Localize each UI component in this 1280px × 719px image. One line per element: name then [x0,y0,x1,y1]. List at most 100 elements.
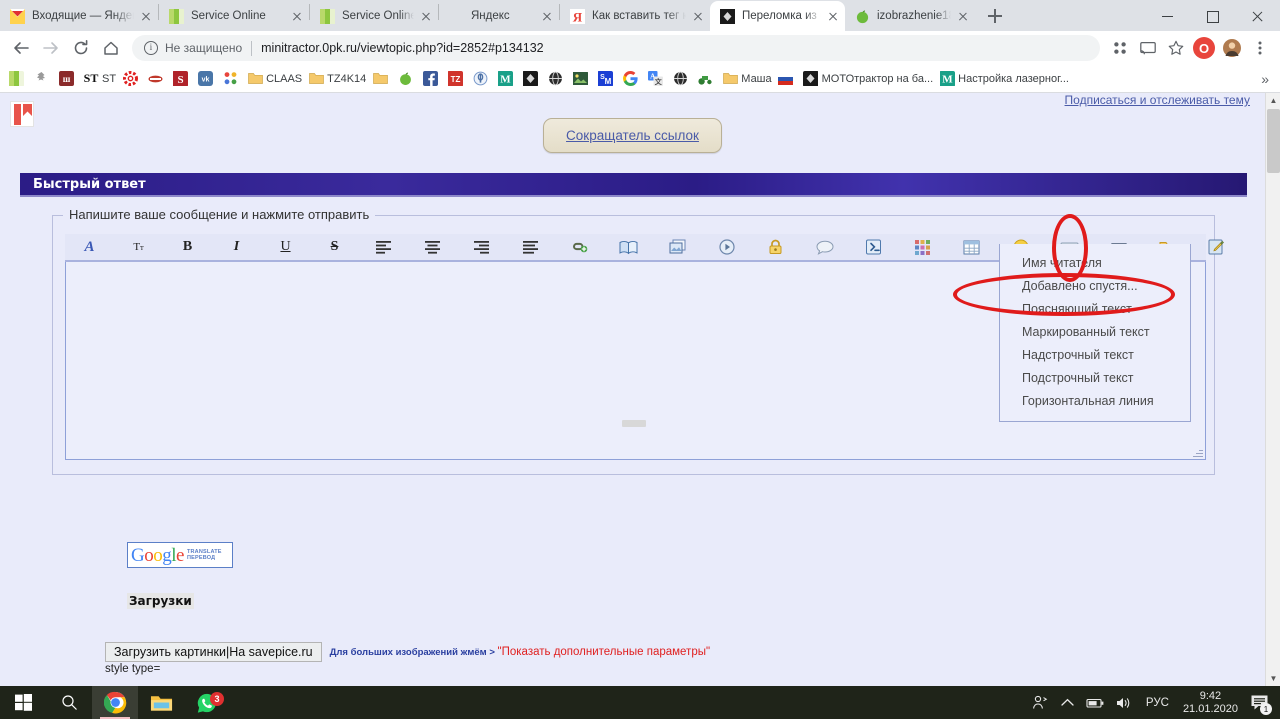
bookmark-item-3[interactable]: ST ST [80,68,119,90]
browser-tab-0[interactable]: Входящие — Яндекс [0,1,158,31]
hide-text-lock-icon[interactable] [751,234,800,260]
battery-icon[interactable] [1082,686,1110,719]
bookmark-item-13[interactable] [419,68,444,90]
smiles-grid-icon[interactable] [898,234,947,260]
site-info-icon[interactable]: i [144,41,158,55]
search-icon[interactable] [46,686,92,719]
whatsapp-taskbar-icon[interactable]: 3 [184,686,230,719]
bookmark-item-22[interactable]: A文 [644,68,669,90]
insert-table-icon[interactable] [947,234,996,260]
editor-resize-handle[interactable] [1192,446,1204,458]
bookmark-item-6[interactable]: S [169,68,194,90]
bookmark-item-19[interactable] [569,68,594,90]
tab-close-icon[interactable] [539,8,555,24]
show-hidden-icons-chevron[interactable] [1054,686,1082,719]
file-explorer-taskbar-icon[interactable] [138,686,184,719]
close-window-button[interactable] [1235,1,1280,31]
font-size-button[interactable]: Tт [114,234,163,260]
bookmark-item-27[interactable]: МОТОтрактор на ба... [800,68,937,90]
profile-photo-icon[interactable] [1218,34,1246,62]
scroll-up-arrow[interactable]: ▲ [1266,93,1280,108]
notification-center-icon[interactable]: 1 [1244,686,1274,719]
bookmark-item-2[interactable]: ш [55,68,80,90]
bookmark-item-0[interactable] [5,68,30,90]
page-scrollbar[interactable]: ▲ ▼ [1265,93,1280,686]
bookmark-item-21[interactable] [619,68,644,90]
browser-tab-2[interactable]: Service Online [310,1,438,31]
volume-icon[interactable] [1110,686,1138,719]
insert-link-icon[interactable] [555,234,604,260]
minimize-window-button[interactable] [1145,1,1190,31]
bookmark-item-5[interactable] [144,68,169,90]
dropdown-menu-item-2[interactable]: Поясняющий текст [1000,298,1190,321]
bookmark-item-15[interactable] [469,68,494,90]
bookmark-item-9[interactable]: CLAAS [244,68,305,90]
dropdown-menu-item-1[interactable]: Добавлено спустя... [1000,275,1190,298]
panel-drag-handle[interactable] [621,420,646,427]
bookmark-item-20[interactable]: SM [594,68,619,90]
address-bar[interactable]: i Не защищено minitractor.0pk.ru/viewtop… [132,35,1100,61]
code-block-icon[interactable] [849,234,898,260]
italic-button[interactable]: I [212,234,261,260]
font-color-button[interactable]: A [65,234,114,260]
google-translate-badge[interactable]: Google TRANSLATE ПЕРЕВОД [127,542,233,568]
bookmark-item-11[interactable] [369,68,394,90]
bookmarks-overflow-icon[interactable]: » [1261,71,1275,87]
dropdown-menu-item-6[interactable]: Горизонтальная линия [1000,390,1190,413]
subscribe-topic-link[interactable]: Подписаться и отслеживать тему [1065,93,1250,107]
tab-close-icon[interactable] [289,8,305,24]
dropdown-menu-item-3[interactable]: Маркированный текст [1000,321,1190,344]
tab-close-icon[interactable] [418,8,434,24]
maximize-window-button[interactable] [1190,1,1235,31]
people-icon[interactable] [1026,686,1054,719]
bookmark-item-28[interactable]: M Настройка лазерног... [936,68,1072,90]
dropdown-menu-item-4[interactable]: Надстрочный текст [1000,344,1190,367]
browser-tab-5[interactable]: Переломка из Оки. [710,1,845,31]
strikethrough-button[interactable]: S [310,234,359,260]
bookmark-item-14[interactable]: TZ [444,68,469,90]
browser-tab-1[interactable]: Service Online [159,1,309,31]
tab-close-icon[interactable] [955,8,971,24]
back-icon[interactable] [6,33,36,63]
tab-close-icon[interactable] [690,8,706,24]
align-center-button[interactable] [408,234,457,260]
bookmark-item-8[interactable] [219,68,244,90]
bookmark-item-18[interactable] [544,68,569,90]
bookmark-item-24[interactable] [694,68,719,90]
home-icon[interactable] [96,33,126,63]
upload-images-button[interactable]: Загрузить картинки|На savepice.ru [105,642,322,662]
bookmark-item-17[interactable] [519,68,544,90]
chrome-taskbar-icon[interactable] [92,686,138,719]
new-tab-button[interactable] [981,2,1009,30]
start-button[interactable] [0,686,46,719]
reload-icon[interactable] [66,33,96,63]
align-right-button[interactable] [457,234,506,260]
bookmark-item-7[interactable]: vk [194,68,219,90]
bookmark-item-1[interactable] [30,68,55,90]
edit-note-icon[interactable] [1192,234,1241,260]
browser-tab-6[interactable]: izobrazhenie181.jpg [845,1,975,31]
language-indicator[interactable]: РУС [1138,697,1177,709]
cast-icon[interactable] [1134,34,1162,62]
bookmark-item-12[interactable] [394,68,419,90]
bookmark-item-25[interactable]: Маша [719,68,774,90]
scrollbar-thumb[interactable] [1267,109,1280,173]
underline-button[interactable]: U [261,234,310,260]
forward-icon[interactable] [36,33,66,63]
quote-bubble-icon[interactable] [800,234,849,260]
menu-dots-icon[interactable] [1246,34,1274,62]
bookmark-item-4[interactable] [119,68,144,90]
browser-tab-3[interactable]: Яндекс [439,1,559,31]
extensions-icon[interactable] [1106,34,1134,62]
bookmark-item-16[interactable]: M [494,68,519,90]
scroll-down-arrow[interactable]: ▼ [1266,671,1280,686]
dropdown-menu-item-0[interactable]: Имя читателя [1000,252,1190,275]
align-justify-button[interactable] [506,234,555,260]
insert-video-icon[interactable] [702,234,751,260]
clock[interactable]: 9:42 21.01.2020 [1177,690,1244,716]
profile-avatar[interactable]: O [1190,34,1218,62]
bold-button[interactable]: B [163,234,212,260]
tab-close-icon[interactable] [138,8,154,24]
tab-close-icon[interactable] [825,8,841,24]
bookmark-star-icon[interactable] [1162,34,1190,62]
